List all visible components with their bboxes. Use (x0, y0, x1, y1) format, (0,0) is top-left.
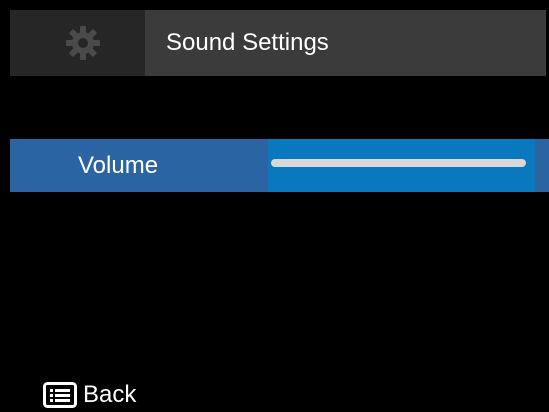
settings-row-volume[interactable]: Volume (10, 139, 549, 192)
sound-settings-screen: Sound Settings Volume Back (0, 0, 549, 412)
header-icon-box (10, 10, 145, 76)
volume-slider-fill (271, 159, 526, 167)
back-label: Back (83, 381, 137, 408)
volume-label: Volume (78, 152, 159, 179)
volume-slider[interactable] (268, 139, 535, 192)
menu-list-icon (43, 382, 77, 408)
page-title: Sound Settings (166, 29, 329, 56)
gear-icon (65, 26, 100, 60)
header-title-bar: Sound Settings (145, 10, 546, 76)
back-button[interactable]: Back (43, 380, 136, 410)
